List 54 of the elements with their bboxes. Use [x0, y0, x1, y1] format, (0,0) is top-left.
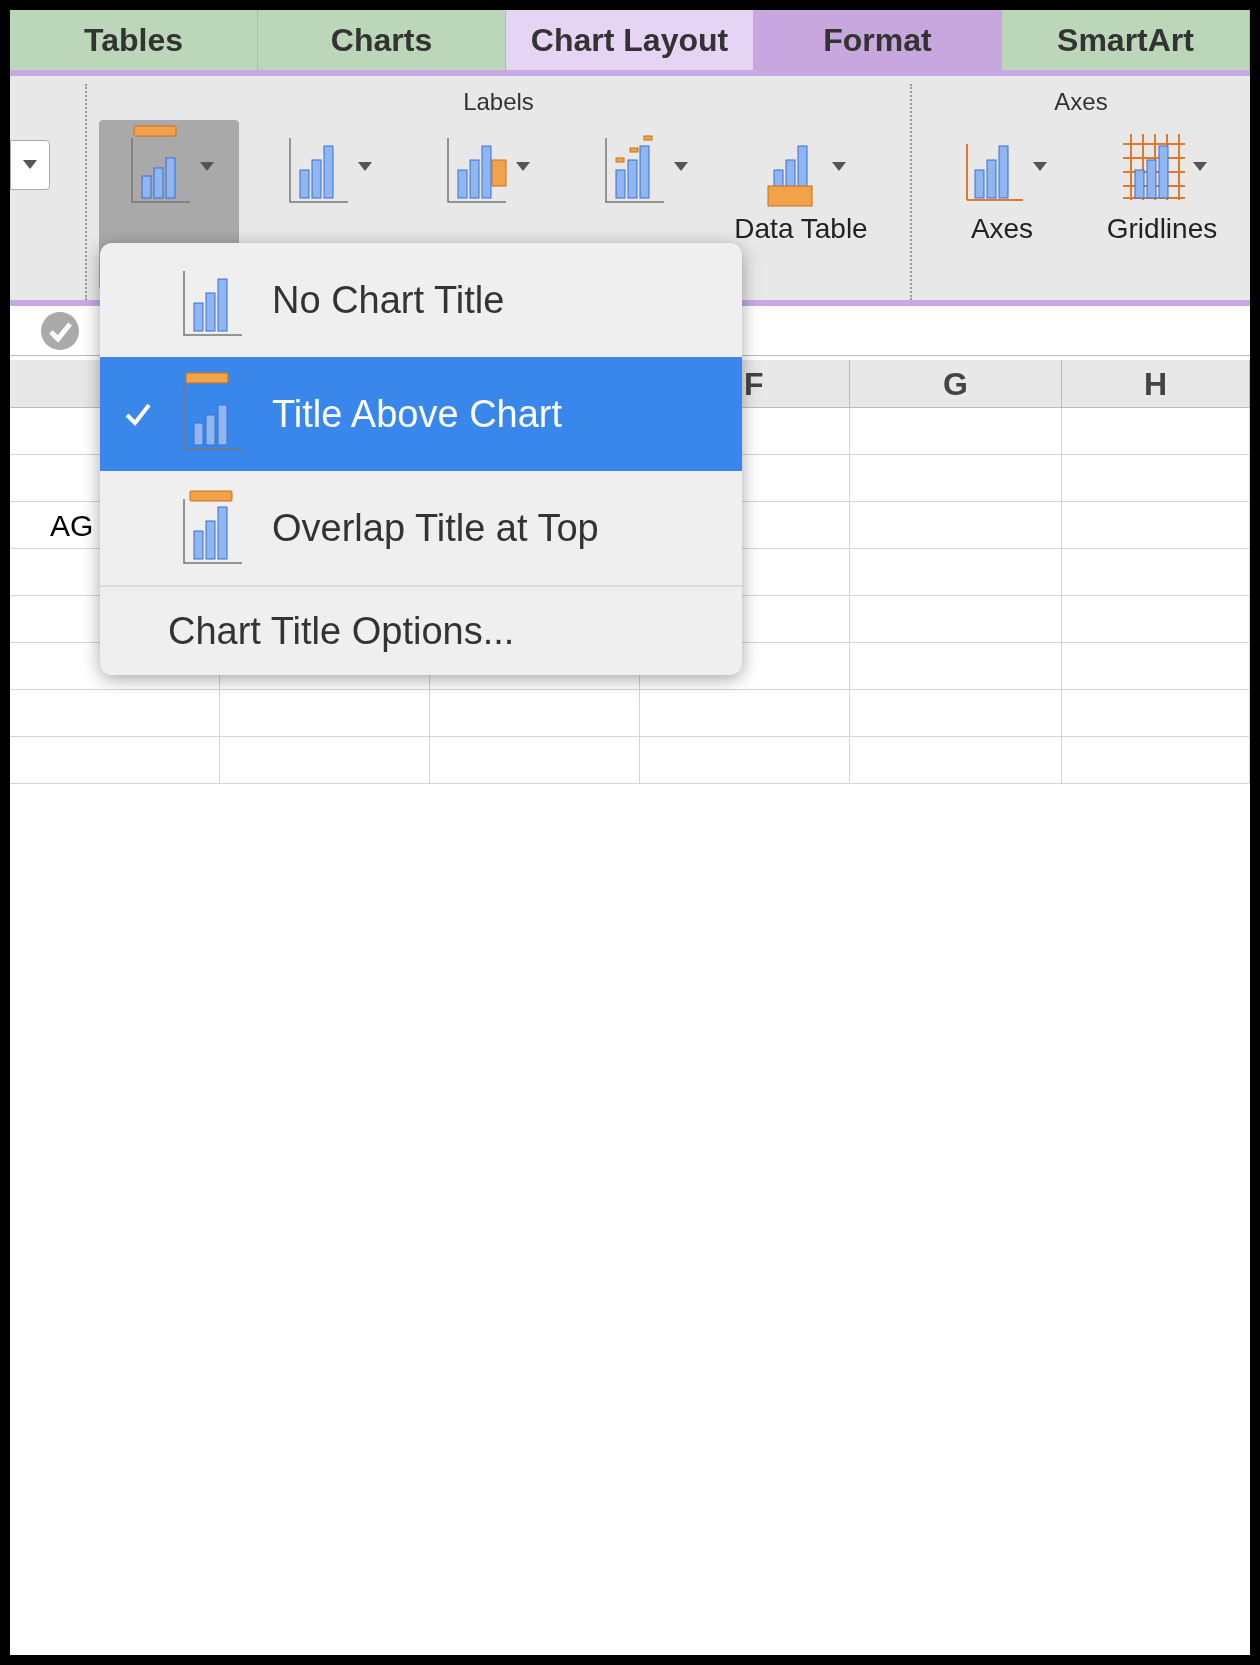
table-cell[interactable] — [1062, 737, 1250, 784]
table-cell[interactable] — [850, 737, 1062, 784]
ribbon-button[interactable]: Axes — [932, 120, 1072, 290]
dropdown-field[interactable] — [10, 140, 50, 190]
check-icon[interactable] — [40, 310, 80, 351]
table-cell[interactable] — [640, 737, 850, 784]
ribbon-button[interactable]: Gridlines — [1092, 120, 1232, 290]
button-label: Axes — [969, 214, 1035, 244]
table-cell[interactable] — [1062, 455, 1250, 502]
table-cell[interactable] — [430, 737, 640, 784]
table-cell[interactable] — [1062, 408, 1250, 455]
group-title: Axes — [1053, 87, 1109, 117]
caret-icon — [516, 162, 530, 172]
menu-item[interactable]: Overlap Title at Top — [100, 471, 742, 585]
table-cell[interactable] — [10, 737, 220, 784]
table-cell[interactable] — [850, 455, 1062, 502]
cell-text: AG — [50, 509, 94, 542]
column-header[interactable]: H — [1062, 360, 1250, 408]
button-label: Data Table — [734, 214, 868, 244]
table-cell[interactable] — [1062, 596, 1250, 643]
caret-icon — [1033, 162, 1047, 172]
group-title: Labels — [462, 87, 535, 117]
table-cell[interactable] — [850, 690, 1062, 737]
ribbon-tab[interactable]: Charts — [258, 10, 506, 70]
table-cell[interactable] — [850, 596, 1062, 643]
table-cell[interactable] — [850, 408, 1062, 455]
table-cell[interactable] — [640, 690, 850, 737]
table-cell[interactable] — [430, 690, 640, 737]
caret-icon — [358, 162, 372, 172]
table-cell[interactable] — [1062, 502, 1250, 549]
table-cell[interactable] — [1062, 643, 1250, 690]
table-cell[interactable] — [1062, 690, 1250, 737]
ribbon-tab[interactable]: Chart Layout — [506, 10, 754, 70]
ribbon-tab[interactable]: Format — [754, 10, 1002, 70]
table-cell[interactable] — [850, 643, 1062, 690]
button-label: Gridlines — [1106, 214, 1218, 244]
caret-icon — [1193, 162, 1207, 172]
table-cell[interactable] — [850, 502, 1062, 549]
menu-item[interactable]: Chart Title Options... — [100, 585, 742, 675]
ribbon-tab[interactable]: Tables — [10, 10, 258, 70]
table-cell[interactable] — [1062, 549, 1250, 596]
caret-icon — [23, 160, 37, 170]
caret-icon — [674, 162, 688, 172]
table-cell[interactable] — [220, 737, 430, 784]
caret-icon — [832, 162, 846, 172]
checkmark-icon — [125, 402, 151, 426]
column-header[interactable]: G — [850, 360, 1062, 408]
menu-item[interactable]: Title Above Chart — [100, 357, 742, 471]
table-cell[interactable] — [220, 690, 430, 737]
caret-icon — [200, 162, 214, 172]
table-cell[interactable] — [850, 549, 1062, 596]
table-cell[interactable] — [10, 690, 220, 737]
ribbon-tab[interactable]: SmartArt — [1002, 10, 1250, 70]
menu-item[interactable]: No Chart Title — [100, 243, 742, 357]
